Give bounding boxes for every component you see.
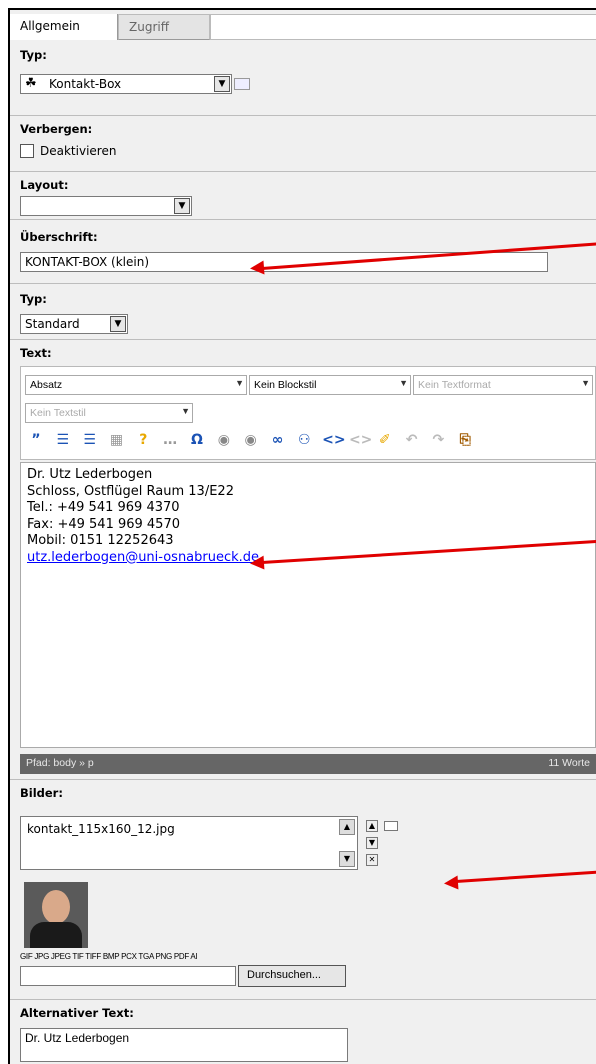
image-file-list[interactable]: kontakt_115x160_12.jpg ▲ ▼ [20,816,358,870]
section-bilder: Bilder: kontakt_115x160_12.jpg ▲ ▼ ▲ ▼ ✕… [10,780,596,1000]
layout-label: Layout: [20,178,69,192]
deaktivieren-label: Deaktivieren [40,144,117,158]
header-typ-select[interactable]: Standard ▼ [20,314,128,334]
section-alt-text: Alternativer Text: Dr. Utz Lederbogen [10,1000,596,1064]
move-top-icon[interactable]: ▲ [366,820,378,832]
header-typ-label: Typ: [20,292,47,306]
text-format-value: Kein Textformat [418,379,491,391]
tab-bar: Allgemein Zugriff [10,10,596,40]
word-count: 11 Worte [548,757,590,769]
email-link[interactable]: utz.lederbogen@uni-osnabrueck.de [27,550,259,565]
ueberschrift-input[interactable]: KONTAKT-BOX (klein) [20,252,548,272]
text-label: Text: [20,346,52,360]
special-char-icon[interactable]: Ω [188,431,206,449]
paste-icon[interactable]: ⎘ [456,431,474,449]
chevron-down-icon[interactable]: ▼ [110,316,126,332]
annotation-arrow-head [443,875,459,891]
scroll-up-icon[interactable]: ▲ [339,819,355,835]
block-style-value: Kein Blockstil [254,379,317,391]
remove-icon[interactable]: ✕ [366,854,378,866]
blockquote-icon[interactable]: ” [27,431,45,449]
tab-bar-filler [210,14,596,40]
chevron-down-icon: ▼ [399,378,408,388]
block-format-value: Absatz [30,379,63,391]
header-typ-value: Standard [25,317,80,331]
scroll-down-icon[interactable]: ▼ [339,851,355,867]
file-upload-input[interactable] [20,966,236,986]
folder-icon[interactable] [384,821,398,831]
status-path: Pfad: body » p [26,757,94,769]
portrait-thumbnail [24,882,88,948]
chevron-down-icon: ▼ [181,406,190,416]
find-replace-icon[interactable]: ⚇ [295,431,313,449]
redo-icon[interactable]: ↷ [429,431,447,449]
content-element-form: Allgemein Zugriff Typ: ☘ Kontakt-Box ▼ V… [8,8,596,1064]
section-header-typ: Typ: Standard ▼ [10,284,596,340]
rte-statusbar: Pfad: body » p 11 Worte [20,754,596,774]
section-layout: Layout: ▼ [10,172,596,220]
annotation-arrow-head [249,260,265,276]
ueberschrift-label: Überschrift: [20,230,98,244]
bilder-label: Bilder: [20,786,63,800]
abbreviation-icon[interactable]: … [161,431,179,449]
typ-select-value: Kontakt-Box [49,77,122,91]
text-format-select[interactable]: Kein Textformat ▼ [413,375,593,395]
image-icon[interactable]: ◉ [215,431,233,449]
editor-line: Fax: +49 541 969 4570 [27,516,180,532]
section-verbergen: Verbergen: Deaktivieren [10,116,596,172]
alt-text-label: Alternativer Text: [20,1006,134,1020]
chevron-down-icon: ▼ [235,378,244,388]
block-format-select[interactable]: Absatz ▼ [25,375,247,395]
source-code-icon[interactable]: <> [322,431,345,449]
rte-icon-row: ” ☰ ☰ ▦ ? … Ω ◉ ◉ ∞ ⚇ <> <> ✐ ↶ ↷ ⎘ [27,431,479,449]
typ-label: Typ: [20,48,47,62]
ordered-list-icon[interactable]: ☰ [54,431,72,449]
deaktivieren-checkbox[interactable] [20,144,34,158]
chevron-down-icon[interactable]: ▼ [214,76,230,92]
text-style-value: Kein Textstil [30,407,86,419]
chevron-down-icon: ▼ [581,378,590,388]
help-icon[interactable]: ? [134,431,152,449]
annotation-arrow-head [249,555,265,571]
browse-button[interactable]: Durchsuchen... [238,965,346,987]
link-icon[interactable]: ∞ [268,431,286,449]
editor-line: Dr. Utz Lederbogen [27,467,153,482]
user-element-icon[interactable]: ◉ [242,431,260,449]
editor-line: Tel.: +49 541 969 4370 [27,500,180,515]
typo3-icon: ☘ [25,76,37,91]
editor-line: Schloss, Ostflügel Raum 13/E22 [27,483,234,499]
verbergen-label: Verbergen: [20,122,93,136]
move-down-icon[interactable]: ▼ [366,837,378,849]
rte-editor[interactable]: Dr. Utz Lederbogen Schloss, Ostflügel Ra… [20,462,596,748]
content-type-wizard-icon[interactable] [234,78,250,90]
unordered-list-icon[interactable]: ☰ [81,431,99,449]
cleanup-icon[interactable]: ✐ [376,431,394,449]
html-toggle-icon[interactable]: <> [349,431,372,449]
section-typ: Typ: ☘ Kontakt-Box ▼ [10,40,596,116]
tab-zugriff[interactable]: Zugriff [118,14,210,40]
alt-text-input[interactable]: Dr. Utz Lederbogen [20,1028,348,1062]
section-ueberschrift: Überschrift: KONTAKT-BOX (klein) [10,220,596,284]
table-icon[interactable]: ▦ [107,431,125,449]
image-file-name: kontakt_115x160_12.jpg [27,822,175,836]
text-style-select[interactable]: Kein Textstil ▼ [25,403,193,423]
chevron-down-icon[interactable]: ▼ [174,198,190,214]
allowed-filetypes: GIF JPG JPEG TIF TIFF BMP PCX TGA PNG PD… [20,952,198,961]
typ-select[interactable]: ☘ Kontakt-Box ▼ [20,74,232,94]
tab-allgemein[interactable]: Allgemein [10,14,118,40]
layout-select[interactable]: ▼ [20,196,192,216]
undo-icon[interactable]: ↶ [403,431,421,449]
rte-toolbar: Absatz ▼ Kein Blockstil ▼ Kein Textformat ▼… [20,366,596,460]
block-style-select[interactable]: Kein Blockstil ▼ [249,375,411,395]
